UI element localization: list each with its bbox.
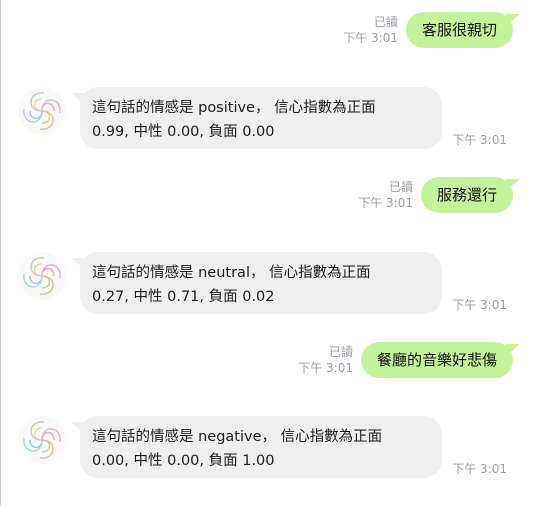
message-outgoing: 已讀 下午 3:01 服務還行	[358, 177, 521, 225]
incoming-bubble[interactable]: 這句話的情感是 neutral， 信心指數為正面 0.27, 中性 0.71, …	[71, 252, 442, 314]
message-time: 下午 3:01	[358, 196, 413, 210]
message-time: 下午 3:01	[452, 462, 507, 476]
incoming-bubble[interactable]: 這句話的情感是 positive， 信心指數為正面 0.99, 中性 0.00,…	[71, 87, 442, 149]
read-receipt: 已讀	[328, 345, 353, 359]
message-incoming: 這句話的情感是 positive， 信心指數為正面 0.99, 中性 0.00,…	[18, 87, 513, 157]
message-meta: 已讀 下午 3:01	[358, 179, 413, 211]
message-time: 下午 3:01	[298, 361, 353, 375]
bubble-line: 這句話的情感是 positive， 信心指數為正面	[92, 100, 376, 116]
chat-thread[interactable]: 已讀 下午 3:01 客服很親切 這句話的情感是 positive， 信心指數為…	[0, 0, 533, 506]
message-incoming: 這句話的情感是 negative， 信心指數為正面 0.00, 中性 0.00,…	[18, 416, 513, 486]
read-receipt: 已讀	[388, 180, 413, 194]
message-outgoing: 已讀 下午 3:01 餐廳的音樂好悲傷	[298, 342, 521, 390]
message-meta: 已讀 下午 3:01	[298, 344, 353, 376]
message-time: 下午 3:01	[343, 31, 398, 45]
bot-avatar-icon[interactable]	[18, 87, 66, 135]
message-time: 下午 3:01	[452, 133, 507, 147]
message-outgoing: 已讀 下午 3:01 客服很親切	[343, 12, 521, 60]
bubble-line: 這句話的情感是 negative， 信心指數為正面	[92, 429, 383, 445]
bubble-line: 0.99, 中性 0.00, 負面 0.00	[92, 124, 275, 140]
read-receipt: 已讀	[373, 15, 398, 29]
bot-avatar-icon[interactable]	[18, 252, 66, 300]
bubble-line: 0.27, 中性 0.71, 負面 0.02	[92, 289, 275, 305]
swirl-logo-icon	[23, 92, 61, 130]
incoming-bubble[interactable]: 這句話的情感是 negative， 信心指數為正面 0.00, 中性 0.00,…	[71, 416, 442, 478]
outgoing-bubble[interactable]: 餐廳的音樂好悲傷	[360, 342, 521, 378]
bubble-line: 這句話的情感是 neutral， 信心指數為正面	[92, 265, 371, 281]
outgoing-bubble[interactable]: 客服很親切	[405, 12, 521, 48]
swirl-logo-icon	[23, 257, 61, 295]
swirl-logo-icon	[23, 421, 61, 459]
message-time: 下午 3:01	[452, 298, 507, 312]
bubble-line: 0.00, 中性 0.00, 負面 1.00	[92, 453, 275, 469]
message-incoming: 這句話的情感是 neutral， 信心指數為正面 0.27, 中性 0.71, …	[18, 252, 513, 322]
bot-avatar-icon[interactable]	[18, 416, 66, 464]
outgoing-bubble[interactable]: 服務還行	[420, 177, 521, 213]
message-meta: 已讀 下午 3:01	[343, 14, 398, 46]
